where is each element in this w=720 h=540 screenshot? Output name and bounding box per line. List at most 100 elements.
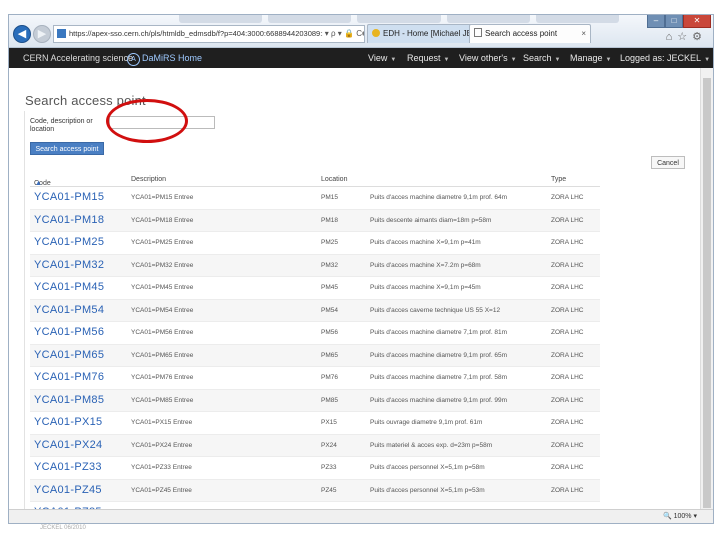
edh-favicon-icon	[372, 29, 380, 37]
row-detail: Puits d'acces machine X=7.2m p=68m	[370, 261, 481, 269]
home-icon[interactable]: ⌂	[666, 31, 678, 43]
table-row[interactable]: YCA01-PM85 YCA01=PM85 Entree PM85 Puits d'a…	[30, 389, 600, 412]
row-code-link[interactable]: YCA01-PM32	[34, 255, 104, 277]
zoom-level[interactable]: 🔍 100% ▾	[663, 512, 697, 520]
row-detail: Puits materiel & acces exp. d=23m p=58m	[370, 441, 493, 449]
row-code-link[interactable]: YCA01-PM18	[34, 210, 104, 232]
table-row[interactable]: YCA01-PX24 YCA01=PX24 Entree PX24 Puits mat…	[30, 434, 600, 457]
row-code-link[interactable]: YCA01-PX15	[34, 412, 102, 434]
row-location: PM54	[321, 306, 338, 314]
browser-icons: ⌂☆⚙	[666, 30, 707, 43]
tab-edh-home[interactable]: EDH - Home [Michael JECKEL]	[367, 24, 475, 43]
table-row[interactable]: YCA01-PZ45 YCA01=PZ45 Entree PZ45 Puits d'a…	[30, 479, 600, 502]
tab-search-access-point[interactable]: Search access point ×	[469, 24, 591, 43]
row-code-link[interactable]: YCA01-PM45	[34, 277, 104, 299]
row-code-link[interactable]: YCA01-PM25	[34, 232, 104, 254]
table-row[interactable]: YCA01-PZ33 YCA01=PZ33 Entree PZ33 Puits d'a…	[30, 457, 600, 480]
row-location: PM65	[321, 351, 338, 359]
footer-text: JECKEL 06/2010	[40, 525, 86, 531]
chevron-down-icon: ▼	[510, 57, 517, 63]
nav-label: View	[368, 53, 388, 63]
table-row[interactable]: YCA01-PM54 YCA01=PM54 Entree PM54 Puits d'a…	[30, 299, 600, 322]
row-description: YCA01=PZ85 Entree	[131, 502, 317, 509]
row-description: YCA01=PM32 Entree	[131, 261, 194, 269]
row-detail: Puits d'acces machine diametre 7,1m prof…	[370, 374, 508, 381]
row-type: ZORA LHC	[551, 486, 584, 494]
address-bar[interactable]: https://apex-sso.cern.ch/pls/htmldb_edms…	[53, 25, 365, 43]
star-icon[interactable]: ☆	[677, 31, 692, 43]
table-row[interactable]: YCA01-PM25 YCA01=PM25 Entree PM25 Puits d'a…	[30, 232, 600, 255]
row-description: YCA01=PM54 Entree	[131, 306, 194, 314]
background-tabs	[179, 15, 620, 23]
table-header: Code ▲ Description Location Type	[30, 172, 600, 187]
table-row[interactable]: YCA01-PZ85 YCA01=PZ85 Entree PZ85Puits d'a…	[30, 502, 600, 509]
row-description: YCA01=PZ45 Entree	[131, 486, 192, 494]
table-row[interactable]: YCA01-PM56 YCA01=PM56 Entree PM56 Puits d'a…	[30, 322, 600, 345]
row-code-link[interactable]: YCA01-PZ45	[34, 480, 102, 502]
table-row[interactable]: YCA01-PM18 YCA01=PM18 Entree PM18 Puits des…	[30, 209, 600, 232]
row-location: PX24	[321, 441, 337, 449]
nav-view-others[interactable]: View other's ▼	[459, 48, 517, 70]
browser-window: ◀ ▶ https://apex-sso.cern.ch/pls/htmldb_…	[8, 14, 714, 524]
col-type[interactable]: Type	[551, 176, 566, 183]
table-row[interactable]: YCA01-PM76 YCA01=PM76 Entree PM76 Puits d'a…	[30, 367, 600, 390]
window-controls: – □ ✕	[647, 15, 711, 28]
row-code-link[interactable]: YCA01-PZ85	[34, 502, 102, 509]
row-location: PX15	[321, 419, 337, 426]
row-code-link[interactable]: YCA01-PM76	[34, 367, 104, 389]
row-location: PM15	[321, 194, 338, 201]
table-row[interactable]: YCA01-PM15 YCA01=PM15 Entree PM15 Puits d'a…	[30, 187, 600, 210]
row-type: ZORA LHC	[551, 419, 584, 426]
table-row[interactable]: YCA01-PM65 YCA01=PM65 Entree PM65 Puits d'a…	[30, 344, 600, 367]
row-description: YCA01=PM25 Entree	[131, 239, 194, 246]
zoom-icon: 🔍	[662, 513, 674, 520]
nav-manage[interactable]: Manage ▼	[570, 48, 611, 70]
table-row[interactable]: YCA01-PM45 YCA01=PM45 Entree PM45 Puits d'a…	[30, 277, 600, 300]
address-tools[interactable]: ▾ ρ ▾ 🔒 C	[322, 26, 362, 42]
row-code-link[interactable]: YCA01-PM85	[34, 390, 104, 412]
scrollbar-thumb[interactable]	[703, 78, 711, 508]
tab-close-icon[interactable]: ×	[581, 25, 586, 43]
nav-label: Manage	[570, 53, 603, 63]
nav-search[interactable]: Search ▼	[523, 48, 560, 70]
row-description: YCA01=PM15 Entree	[131, 194, 194, 201]
close-window-button[interactable]: ✕	[683, 15, 711, 28]
search-access-point-button[interactable]: Search access point	[30, 142, 104, 155]
row-location: PM76	[321, 374, 338, 381]
forward-button[interactable]: ▶	[33, 25, 51, 43]
row-code-link[interactable]: YCA01-PM15	[34, 187, 104, 209]
row-code-link[interactable]: YCA01-PZ33	[34, 457, 102, 479]
cancel-button[interactable]: Cancel	[651, 156, 685, 169]
address-url: https://apex-sso.cern.ch/pls/htmldb_edms…	[69, 29, 365, 38]
row-code-link[interactable]: YCA01-PM65	[34, 345, 104, 367]
nav-request[interactable]: Request ▼	[407, 48, 449, 70]
nav-label: Request	[407, 53, 441, 63]
col-location[interactable]: Location	[321, 176, 347, 183]
back-button[interactable]: ◀	[13, 25, 31, 43]
cern-brand[interactable]: CERN Accelerating science	[23, 48, 133, 68]
row-code-link[interactable]: YCA01-PX24	[34, 435, 102, 457]
search-field-label: Code, description or location	[30, 118, 93, 133]
vertical-scrollbar[interactable]	[700, 68, 713, 509]
row-detail: Puits d'acces personnel X=5,1m p=53m	[370, 486, 485, 494]
row-detail: Puits d'acces machine diametre 7,1m prof…	[370, 329, 508, 336]
row-code-link[interactable]: YCA01-PM56	[34, 322, 104, 344]
sort-asc-icon: ▲	[35, 180, 42, 187]
damirs-home-link[interactable]: A DaMiRS Home	[127, 48, 202, 68]
row-detail: Puits d'acces personnel X=5,1m p=104m	[370, 502, 548, 509]
minimize-button[interactable]: –	[647, 15, 665, 28]
row-type: ZORA LHC	[551, 216, 584, 224]
row-detail: Puits d'acces personnel X=5,1m p=58m	[370, 464, 485, 471]
row-detail: Puits d'acces machine X=9,1m p=41m	[370, 239, 481, 246]
row-code-link[interactable]: YCA01-PM54	[34, 300, 104, 322]
maximize-button[interactable]: □	[665, 15, 683, 28]
results-table-body: YCA01-PM15 YCA01=PM15 Entree PM15 Puits d'a…	[30, 187, 600, 509]
table-row[interactable]: YCA01-PM32 YCA01=PM32 Entree PM32 Puits d'a…	[30, 254, 600, 277]
page-content: Search access point Code, description or…	[9, 68, 699, 509]
col-description[interactable]: Description	[131, 176, 166, 183]
gear-icon[interactable]: ⚙	[692, 31, 707, 43]
nav-logged-as[interactable]: Logged as: JECKEL ▼	[620, 48, 710, 70]
tab-label: EDH - Home [Michael JECKEL]	[383, 29, 474, 38]
nav-view[interactable]: View ▼	[368, 48, 396, 70]
table-row[interactable]: YCA01-PX15 YCA01=PX15 Entree PX15 Puits ouv…	[30, 412, 600, 435]
